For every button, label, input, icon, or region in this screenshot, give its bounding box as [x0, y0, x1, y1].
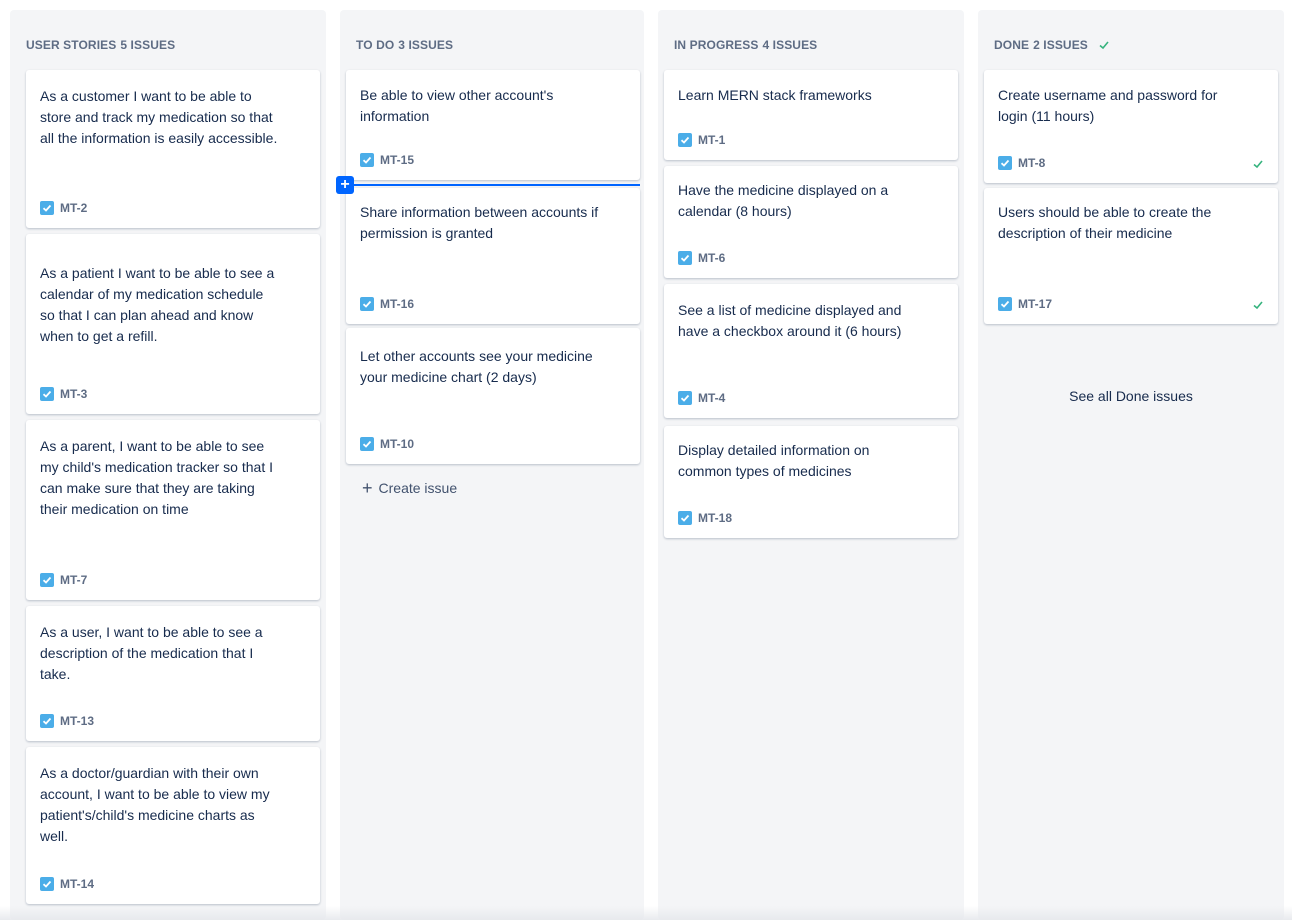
column-issue-count: 3 ISSUES: [398, 38, 454, 52]
card-summary: Display detailed information on common t…: [678, 442, 870, 479]
story-type-icon: [40, 714, 54, 728]
column-header: TO DO 3 ISSUES: [356, 38, 453, 52]
card-footer: MT-7: [40, 572, 306, 588]
card-summary: As a doctor/guardian with their own acco…: [40, 765, 270, 844]
story-type-icon: [998, 297, 1012, 311]
issue-card[interactable]: As a parent, I want to be able to see my…: [26, 420, 320, 600]
create-issue-label: Create issue: [378, 480, 458, 496]
issue-card[interactable]: Display detailed information on common t…: [664, 426, 958, 538]
see-all-done-issues-link[interactable]: See all Done issues: [984, 388, 1278, 404]
card-footer: MT-18: [678, 510, 944, 526]
issue-key[interactable]: MT-15: [380, 153, 414, 167]
story-type-icon: [40, 573, 54, 587]
card-summary: Users should be able to create the descr…: [998, 204, 1212, 241]
issue-key[interactable]: MT-3: [60, 387, 87, 401]
card-summary: Have the medicine displayed on a calenda…: [678, 182, 889, 219]
card-footer: MT-17: [998, 296, 1264, 312]
card-footer: MT-10: [360, 436, 626, 452]
column-title: DONE: [994, 38, 1030, 52]
column-user-stories: USER STORIES 5 ISSUES As a customer I wa…: [10, 10, 326, 920]
issue-card[interactable]: Share information between accounts if pe…: [346, 188, 640, 324]
card-summary: As a user, I want to be able to see a de…: [40, 624, 263, 682]
issue-key[interactable]: MT-14: [60, 877, 94, 891]
issue-key[interactable]: MT-6: [698, 251, 725, 265]
story-type-icon: [678, 391, 692, 405]
card-footer: MT-1: [678, 132, 944, 148]
resolved-check-icon: [1252, 157, 1264, 169]
column-issue-count: 5 ISSUES: [120, 38, 176, 52]
issue-key[interactable]: MT-7: [60, 573, 87, 587]
issue-key[interactable]: MT-2: [60, 201, 87, 215]
issue-card[interactable]: Have the medicine displayed on a calenda…: [664, 166, 958, 278]
card-summary: As a parent, I want to be able to see my…: [40, 438, 273, 517]
issue-card[interactable]: Let other accounts see your medicine you…: [346, 328, 640, 464]
story-type-icon: [678, 133, 692, 147]
issue-key[interactable]: MT-17: [1018, 297, 1052, 311]
story-type-icon: [678, 251, 692, 265]
issue-card[interactable]: As a patient I want to be able to see a …: [26, 234, 320, 414]
story-type-icon: [360, 153, 374, 167]
create-issue-button[interactable]: + Create issue: [362, 478, 458, 498]
column-title: IN PROGRESS: [674, 38, 759, 52]
issue-card[interactable]: See a list of medicine displayed and hav…: [664, 284, 958, 418]
column-header: IN PROGRESS 4 ISSUES: [674, 38, 817, 52]
issue-key[interactable]: MT-16: [380, 297, 414, 311]
issue-card[interactable]: Create username and password for login (…: [984, 70, 1278, 183]
story-type-icon: [360, 437, 374, 451]
card-summary: Let other accounts see your medicine you…: [360, 348, 593, 385]
story-type-icon: [40, 387, 54, 401]
issue-card[interactable]: As a user, I want to be able to see a de…: [26, 606, 320, 741]
card-summary: As a customer I want to be able to store…: [40, 88, 278, 146]
card-footer: MT-15: [360, 152, 626, 168]
card-summary: Create username and password for login (…: [998, 87, 1218, 124]
column-issue-count: 2 ISSUES: [1033, 38, 1088, 52]
story-type-icon: [998, 156, 1012, 170]
card-footer: MT-3: [40, 386, 306, 402]
card-summary: As a patient I want to be able to see a …: [40, 265, 275, 344]
column-title: USER STORIES: [26, 38, 117, 52]
column-issue-count: 4 ISSUES: [762, 38, 818, 52]
issue-key[interactable]: MT-4: [698, 391, 725, 405]
card-footer: MT-6: [678, 250, 944, 266]
column-header: DONE 2 ISSUES: [994, 38, 1110, 52]
card-summary: Share information between accounts if pe…: [360, 204, 599, 241]
card-summary: Learn MERN stack frameworks: [678, 87, 872, 103]
card-summary: Be able to view other account's informat…: [360, 87, 554, 124]
issue-key[interactable]: MT-8: [1018, 156, 1045, 170]
column-to-do: TO DO 3 ISSUES Be able to view other acc…: [340, 10, 644, 920]
plus-icon: +: [362, 478, 373, 498]
issue-key[interactable]: MT-10: [380, 437, 414, 451]
story-type-icon: [40, 877, 54, 891]
story-type-icon: [360, 297, 374, 311]
issue-key[interactable]: MT-13: [60, 714, 94, 728]
resolved-check-icon: [1252, 298, 1264, 310]
card-footer: MT-13: [40, 713, 306, 729]
card-footer: MT-8: [998, 155, 1264, 171]
issue-key[interactable]: MT-18: [698, 511, 732, 525]
issue-card[interactable]: As a customer I want to be able to store…: [26, 70, 320, 228]
card-footer: MT-14: [40, 876, 306, 892]
done-check-icon: [1098, 39, 1110, 51]
card-summary: See a list of medicine displayed and hav…: [678, 302, 902, 339]
issue-card[interactable]: Users should be able to create the descr…: [984, 188, 1278, 324]
issue-key[interactable]: MT-1: [698, 133, 725, 147]
issue-card[interactable]: Learn MERN stack frameworks MT-1: [664, 70, 958, 160]
column-done: DONE 2 ISSUES Create username and passwo…: [978, 10, 1284, 920]
scroll-fade: [0, 906, 1292, 920]
column-title: TO DO: [356, 38, 395, 52]
story-type-icon: [40, 201, 54, 215]
card-footer: MT-16: [360, 296, 626, 312]
kanban-board: USER STORIES 5 ISSUES As a customer I wa…: [0, 0, 1292, 920]
story-type-icon: [678, 511, 692, 525]
drop-indicator-line: [344, 184, 640, 186]
column-header: USER STORIES 5 ISSUES: [26, 38, 175, 52]
issue-card[interactable]: Be able to view other account's informat…: [346, 70, 640, 180]
card-footer: MT-2: [40, 200, 306, 216]
column-in-progress: IN PROGRESS 4 ISSUES Learn MERN stack fr…: [658, 10, 964, 920]
card-footer: MT-4: [678, 390, 944, 406]
issue-card[interactable]: As a doctor/guardian with their own acco…: [26, 747, 320, 904]
drop-plus-icon: +: [336, 176, 354, 194]
